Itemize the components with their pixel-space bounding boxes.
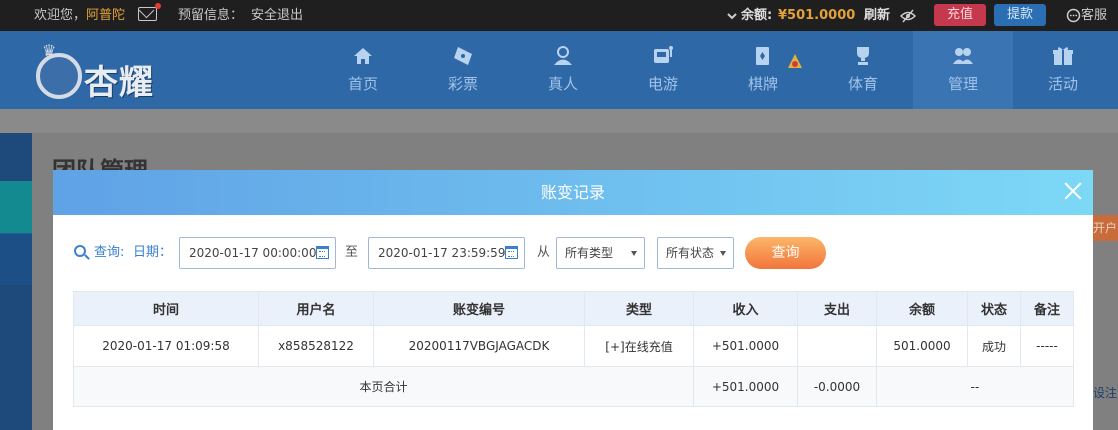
nav-label: 体育 bbox=[847, 75, 878, 93]
cell-time: 2020-01-17 01:09:58 bbox=[73, 325, 259, 367]
nav-label: 棋牌 bbox=[747, 75, 778, 93]
end-date-value: 2020-01-17 23:59:59 bbox=[378, 246, 506, 260]
cell-type: [+]在线充值 bbox=[584, 325, 694, 367]
logo-emblem bbox=[36, 53, 82, 99]
table-header-row: 时间 用户名 账变编号 类型 收入 支出 余额 状态 备注 bbox=[73, 291, 1074, 326]
nav-label: 首页 bbox=[347, 75, 378, 93]
cell-username: x858528122 bbox=[258, 325, 374, 367]
side-menu bbox=[0, 133, 32, 430]
lottery-icon bbox=[454, 47, 472, 65]
dropdown-arrow-icon bbox=[631, 251, 637, 256]
status-select-value: 所有状态 bbox=[666, 246, 715, 260]
mail-icon[interactable] bbox=[138, 3, 161, 21]
summary-rest: -- bbox=[876, 366, 1074, 407]
username[interactable]: 阿普陀 bbox=[86, 8, 125, 23]
calendar-icon[interactable] bbox=[316, 246, 329, 259]
nav-label: 真人 bbox=[547, 75, 578, 93]
brand-logo[interactable]: ♛ 杏耀 bbox=[34, 39, 184, 103]
trophy-icon bbox=[857, 47, 869, 65]
nav-home[interactable]: 首页 bbox=[313, 31, 413, 109]
search-icon bbox=[74, 245, 90, 261]
to-label: 至 bbox=[345, 245, 359, 260]
nav-label: 活动 bbox=[1047, 75, 1078, 93]
column-header: 时间 bbox=[73, 291, 259, 326]
eye-hidden-icon[interactable] bbox=[899, 0, 917, 31]
column-header: 状态 bbox=[967, 291, 1021, 326]
cell-remark: ----- bbox=[1020, 325, 1074, 367]
customer-service-label: 客服 bbox=[1081, 8, 1108, 23]
nav-activities[interactable]: 活动 bbox=[1013, 31, 1113, 109]
table-row: 2020-01-17 01:09:58 x858528122 20200117V… bbox=[73, 325, 1074, 367]
breadcrumb-strip bbox=[0, 109, 1118, 133]
home-icon bbox=[354, 48, 372, 64]
charge-button[interactable]: 充值 bbox=[934, 4, 986, 26]
close-icon[interactable] bbox=[1061, 179, 1085, 203]
welcome-label: 欢迎您， bbox=[34, 8, 87, 23]
modal-title: 账变记录 bbox=[540, 183, 605, 202]
slot-machine-icon bbox=[654, 46, 673, 63]
side-menu-item[interactable] bbox=[0, 233, 32, 285]
nav-label: 管理 bbox=[947, 75, 978, 93]
nav-live-dealer[interactable]: 真人 bbox=[513, 31, 613, 109]
from-label: 从 bbox=[537, 245, 551, 260]
gift-icon bbox=[1053, 47, 1073, 65]
cell-transaction-id: 20200117VBGJAGACDK bbox=[373, 325, 585, 367]
summary-income: +501.0000 bbox=[693, 366, 798, 407]
nav-card-games[interactable]: 棋牌 bbox=[713, 31, 813, 109]
status-select[interactable]: 所有状态 bbox=[657, 237, 734, 269]
live-dealer-icon bbox=[554, 46, 572, 65]
balance-label: 余额: bbox=[741, 8, 773, 23]
transaction-record-modal: 账变记录 查询: 日期： 2020-01-17 00:00:00 至 2020-… bbox=[53, 170, 1093, 430]
logout-link[interactable]: 安全退出 bbox=[251, 0, 303, 31]
summary-row: 本页合计 +501.0000 -0.0000 -- bbox=[73, 366, 1074, 407]
nav-sports[interactable]: 体育 bbox=[813, 31, 913, 109]
nav-lottery[interactable]: 彩票 bbox=[413, 31, 513, 109]
column-header: 账变编号 bbox=[373, 291, 585, 326]
column-header: 类型 bbox=[584, 291, 694, 326]
side-menu-item-active[interactable] bbox=[0, 181, 32, 233]
column-header: 用户名 bbox=[258, 291, 374, 326]
column-header: 收入 bbox=[693, 291, 798, 326]
cell-balance: 501.0000 bbox=[876, 325, 968, 367]
right-side-link[interactable]: 设注记 bbox=[1093, 384, 1118, 401]
dropdown-arrow-icon bbox=[720, 251, 726, 256]
transaction-table: 时间 用户名 账变编号 类型 收入 支出 余额 状态 备注 2020-01-17… bbox=[73, 291, 1074, 407]
top-bar: 欢迎您，阿普陀 预留信息： 安全退出 余额: ¥501.0000 刷新 充值 提… bbox=[0, 0, 1118, 31]
cell-income: +501.0000 bbox=[693, 325, 798, 367]
column-header: 备注 bbox=[1020, 291, 1074, 326]
logo-text: 杏耀 bbox=[84, 63, 154, 103]
end-date-input[interactable]: 2020-01-17 23:59:59 bbox=[368, 237, 525, 269]
card-game-icon bbox=[756, 47, 769, 65]
column-header: 支出 bbox=[797, 291, 877, 326]
summary-label: 本页合计 bbox=[73, 366, 694, 407]
query-button[interactable]: 查询 bbox=[745, 237, 826, 269]
start-date-value: 2020-01-17 00:00:00 bbox=[189, 246, 317, 260]
summary-expense: -0.0000 bbox=[797, 366, 877, 407]
nav-label: 电游 bbox=[647, 75, 678, 93]
nav-slots[interactable]: 电游 bbox=[613, 31, 713, 109]
refresh-button[interactable]: 刷新 bbox=[864, 0, 890, 31]
type-select[interactable]: 所有类型 bbox=[556, 237, 645, 269]
notification-dot bbox=[155, 3, 161, 9]
calendar-icon[interactable] bbox=[505, 246, 518, 259]
withdraw-button[interactable]: 提款 bbox=[994, 4, 1046, 26]
chevron-down-icon[interactable] bbox=[727, 0, 737, 31]
reserved-info-label: 预留信息： bbox=[178, 8, 244, 23]
type-select-value: 所有类型 bbox=[565, 246, 614, 260]
hot-badge-icon bbox=[788, 54, 802, 68]
cell-status: 成功 bbox=[967, 325, 1021, 367]
users-icon bbox=[953, 48, 973, 64]
column-header: 余额 bbox=[876, 291, 968, 326]
date-label: 日期： bbox=[133, 245, 173, 260]
nav-management[interactable]: 管理 bbox=[913, 31, 1013, 109]
query-label: 查询: bbox=[94, 245, 125, 260]
cell-expense bbox=[797, 325, 877, 367]
customer-service-link[interactable]: 客服 bbox=[1066, 0, 1107, 31]
start-date-input[interactable]: 2020-01-17 00:00:00 bbox=[179, 237, 336, 269]
balance-amount: ¥501.0000 bbox=[778, 8, 856, 23]
open-account-tab[interactable]: 开户 bbox=[1093, 215, 1118, 241]
chat-icon bbox=[1066, 8, 1081, 23]
welcome-text: 欢迎您，阿普陀 bbox=[34, 0, 125, 31]
nav-label: 彩票 bbox=[447, 75, 478, 93]
